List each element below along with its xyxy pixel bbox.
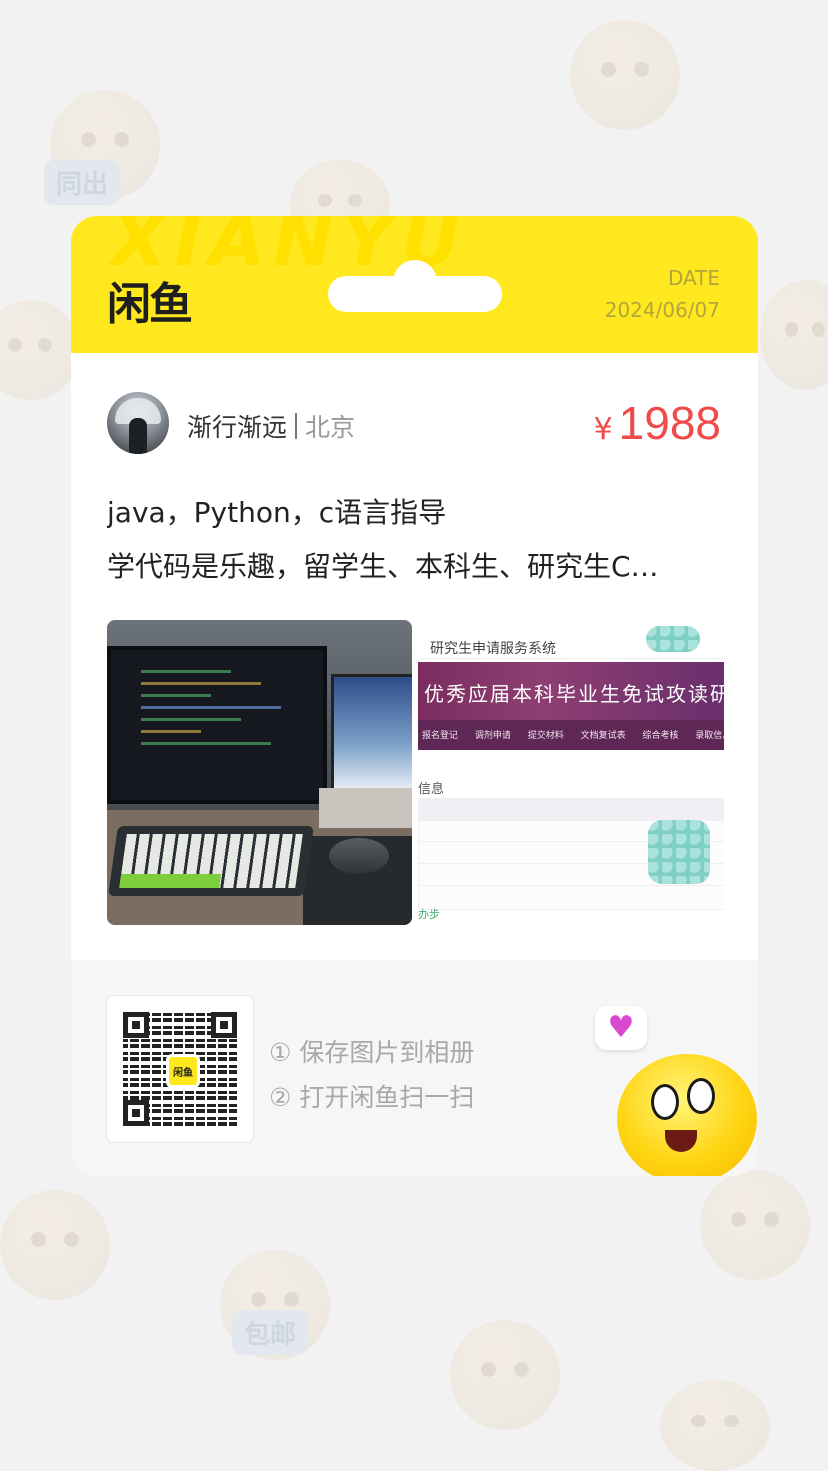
website-table-band	[419, 799, 724, 821]
photo-code-line	[141, 682, 261, 685]
mascot: ♥	[595, 1006, 757, 1176]
website-section-heading: 信息	[418, 782, 445, 797]
qr-finder	[123, 1012, 149, 1038]
mascot-eye	[651, 1084, 679, 1120]
listing-photo-desk[interactable]	[107, 620, 412, 925]
website-table-row	[419, 885, 724, 886]
share-card: XIANYU 闲鱼 DATE 2024/06/07 渐行渐远 北京 ¥ 1988…	[71, 216, 758, 1176]
listing-title-line: 学代码是乐趣，留学生、本科生、研究生C…	[107, 550, 659, 583]
instruction-step: ② 打开闲鱼扫一扫	[269, 1083, 475, 1112]
background-emoji	[450, 1320, 560, 1430]
xianyu-logo: 闲鱼	[107, 279, 193, 330]
qr-finder	[211, 1012, 237, 1038]
photo-code-line	[141, 742, 271, 745]
background-emoji	[0, 300, 80, 400]
photo-laptop-screen	[331, 674, 412, 792]
background-emoji	[760, 280, 828, 390]
instruction-step: ① 保存图片到相册	[269, 1038, 475, 1067]
website-nav: 报名登记 调剂申请 提交材料 文档复试表 综合考核 录取信息	[418, 720, 724, 750]
photo-code-line	[141, 730, 201, 733]
photo-code-line	[141, 718, 241, 721]
photo-monitor	[107, 646, 327, 804]
seller-avatar[interactable]	[107, 392, 169, 454]
privacy-blur	[646, 626, 700, 652]
photo-code-line	[141, 694, 211, 697]
tab-slot	[328, 276, 502, 312]
background-tag: 包邮	[232, 1310, 309, 1355]
website-footer-text: 办步	[418, 908, 440, 921]
qr-logo: 闲鱼	[166, 1054, 200, 1088]
background-emoji	[0, 1190, 110, 1300]
qr-code[interactable]: 闲鱼	[107, 996, 253, 1142]
website-title: 研究生申请服务系统	[430, 641, 556, 657]
listing-title: java，Python，c语言指导 学代码是乐趣，留学生、本科生、研究生C…	[107, 486, 727, 594]
price: ¥ 1988	[594, 396, 721, 450]
background-emoji	[570, 20, 680, 130]
seller-divider	[295, 413, 298, 439]
heart-icon: ♥	[595, 1006, 647, 1050]
background-emoji	[660, 1380, 770, 1471]
price-amount: 1988	[618, 397, 721, 449]
photo-code-line	[141, 670, 231, 673]
avatar-person	[129, 418, 147, 454]
background-tag: 同出	[44, 160, 121, 205]
photo-code-line	[141, 706, 281, 709]
mascot-body	[617, 1054, 757, 1176]
photo-laptop-base	[319, 788, 412, 828]
seller-name[interactable]: 渐行渐远	[187, 408, 287, 444]
listing-title-line: java，Python，c语言指导	[107, 496, 447, 529]
currency-symbol: ¥	[593, 412, 613, 447]
scan-instructions: ① 保存图片到相册 ② 打开闲鱼扫一扫	[269, 1030, 474, 1120]
date-label: DATE	[667, 266, 720, 290]
privacy-blur	[648, 820, 710, 884]
card-footer: 闲鱼 ① 保存图片到相册 ② 打开闲鱼扫一扫 ♥	[71, 960, 758, 1176]
seller-info: 渐行渐远 北京	[187, 408, 355, 444]
photo-mouse	[329, 838, 389, 874]
date-value: 2024/06/07	[604, 298, 720, 322]
listing-photo-website[interactable]: 研究生申请服务系统 优秀应届本科毕业生免试攻读研究生申 报名登记 调剂申请 提交…	[412, 620, 724, 925]
mascot-eye	[687, 1078, 715, 1114]
photo-keyboard	[108, 826, 314, 896]
website-banner-text: 优秀应届本科毕业生免试攻读研究生申	[424, 682, 724, 706]
seller-city: 北京	[305, 413, 356, 442]
website-nav-items: 报名登记 调剂申请 提交材料 文档复试表 综合考核 录取信息	[422, 731, 724, 741]
background-emoji	[700, 1170, 810, 1280]
photo-keys-green	[119, 874, 222, 888]
mascot-mouth	[665, 1130, 697, 1152]
card-header: XIANYU 闲鱼 DATE 2024/06/07	[71, 216, 758, 353]
qr-finder	[123, 1100, 149, 1126]
